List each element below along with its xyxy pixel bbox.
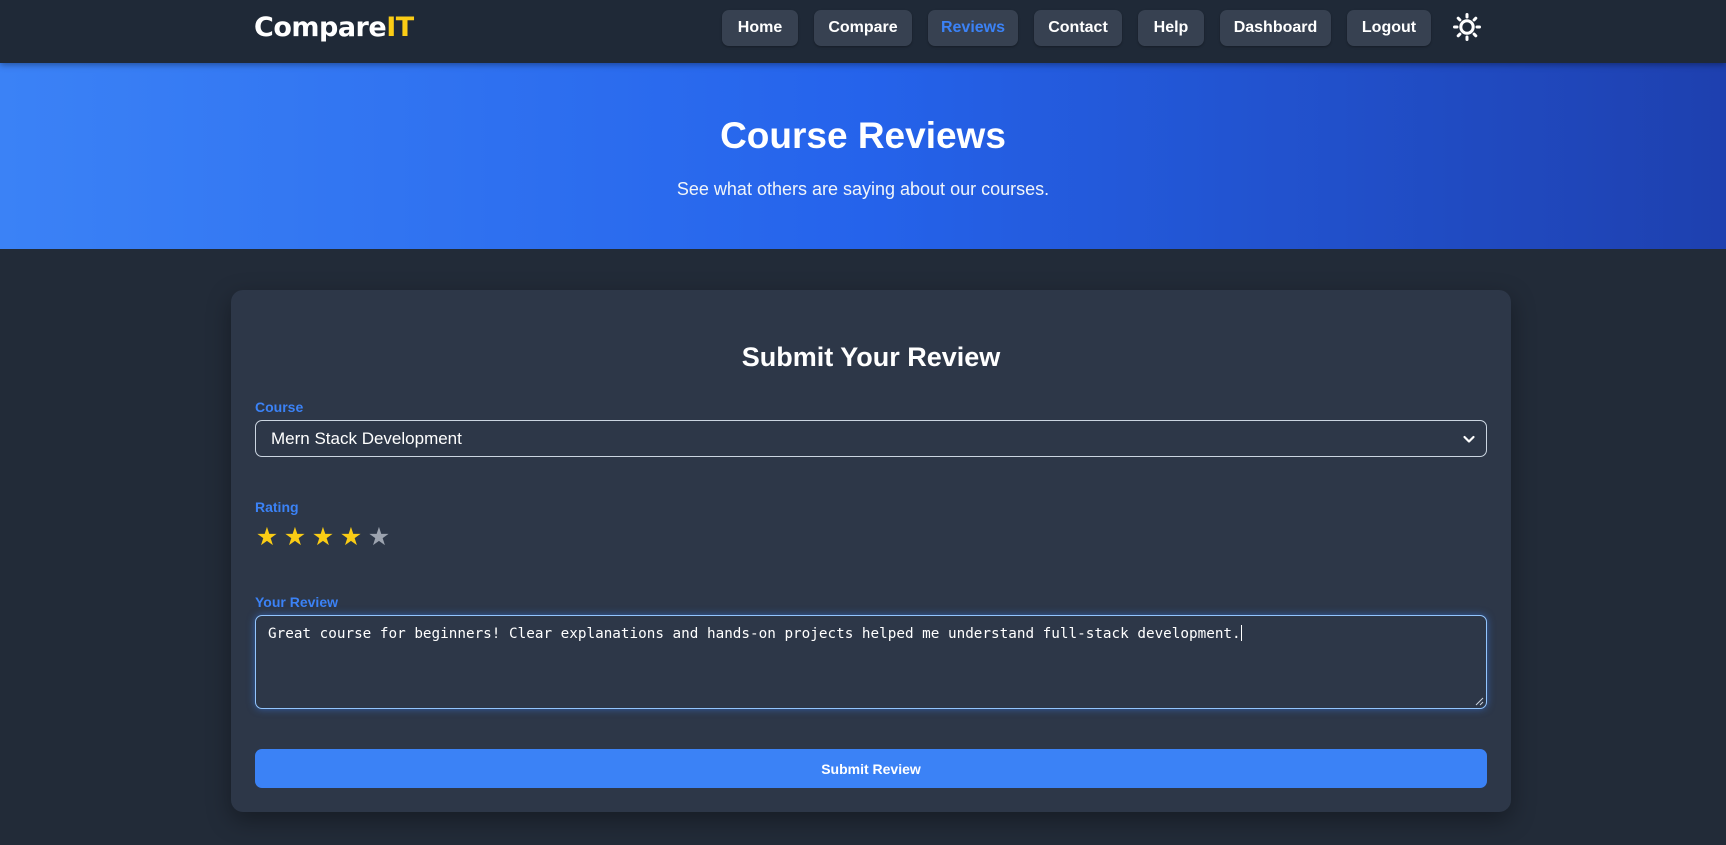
resize-handle-icon[interactable]	[1475, 697, 1484, 706]
chevron-down-icon	[1463, 435, 1475, 443]
form-title: Submit Your Review	[741, 342, 1001, 372]
brand-logo[interactable]: CompareIT	[254, 12, 414, 43]
nav-reviews-button[interactable]: Reviews	[928, 10, 1018, 46]
review-textarea[interactable]: Great course for beginners! Clear explan…	[255, 615, 1487, 709]
submit-review-button[interactable]: Submit Review	[255, 749, 1487, 788]
star-icon-4[interactable]: ★	[338, 524, 364, 550]
navbar: CompareIT Home Compare Reviews Contact H…	[0, 0, 1726, 63]
course-label: Course	[255, 399, 304, 415]
sun-icon	[1453, 13, 1481, 41]
review-label: Your Review	[255, 594, 338, 610]
hero-banner: Course Reviews See what others are sayin…	[0, 63, 1726, 249]
nav-help-button[interactable]: Help	[1138, 10, 1204, 46]
nav-compare-button[interactable]: Compare	[814, 10, 912, 46]
page-subtitle: See what others are saying about our cou…	[676, 179, 1050, 199]
nav-home-button[interactable]: Home	[722, 10, 798, 46]
page-title: Course Reviews	[720, 115, 1006, 156]
review-text: Great course for beginners! Clear explan…	[268, 626, 1241, 642]
review-form-card: Submit Your Review Course Mern Stack Dev…	[231, 290, 1511, 812]
text-cursor	[1240, 625, 1242, 641]
star-icon-1[interactable]: ★	[254, 524, 280, 550]
rating-label: Rating	[255, 499, 299, 515]
theme-toggle-button[interactable]	[1452, 12, 1482, 42]
star-icon-2[interactable]: ★	[282, 524, 308, 550]
course-select-value: Mern Stack Development	[271, 428, 462, 448]
star-icon-5[interactable]: ★	[366, 524, 392, 550]
nav-contact-button[interactable]: Contact	[1034, 10, 1122, 46]
course-select[interactable]: Mern Stack Development	[255, 420, 1487, 457]
brand-name-accent: IT	[386, 12, 414, 43]
nav-dashboard-button[interactable]: Dashboard	[1220, 10, 1331, 46]
star-icon-3[interactable]: ★	[310, 524, 336, 550]
brand-name-main: Compare	[254, 12, 387, 43]
nav-logout-button[interactable]: Logout	[1347, 10, 1431, 46]
